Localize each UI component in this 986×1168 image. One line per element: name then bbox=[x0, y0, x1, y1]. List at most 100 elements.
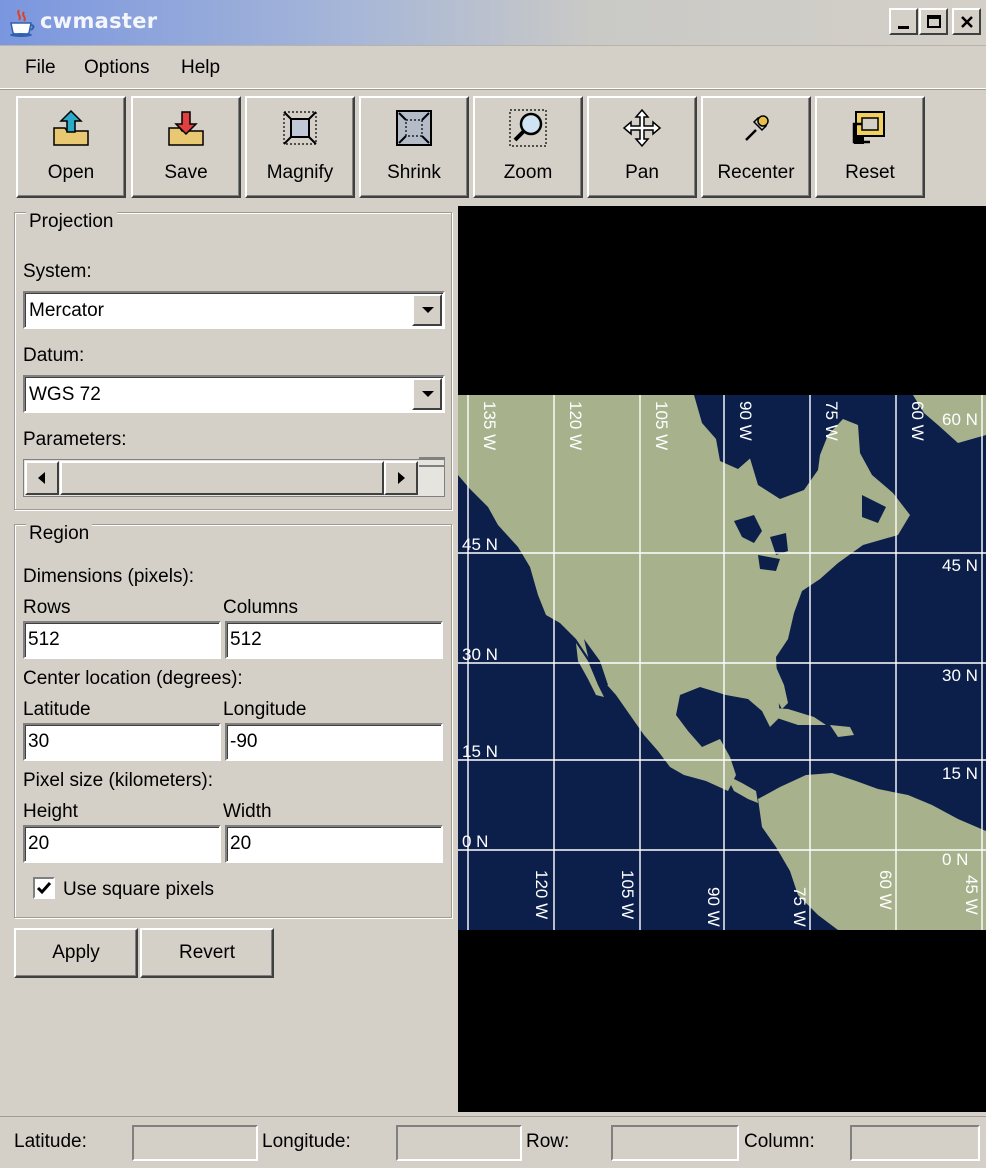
status-column-label: Column: bbox=[744, 1131, 815, 1152]
chevron-down-icon bbox=[422, 391, 434, 397]
lon-label-bottom: 45 W bbox=[962, 875, 981, 915]
title-bar[interactable]: cwmaster bbox=[0, 0, 986, 46]
zoom-button[interactable]: Zoom bbox=[473, 96, 583, 198]
lat-label-right: 0 N bbox=[942, 850, 968, 869]
zoom-label: Zoom bbox=[503, 162, 553, 183]
lon-label-top: 75 W bbox=[822, 401, 841, 441]
recenter-label: Recenter bbox=[717, 162, 795, 183]
lon-label-top: 135 W bbox=[480, 401, 499, 450]
toolbar: Open Save Magnify Shrink Zoom Pan Recent… bbox=[0, 92, 986, 204]
magnify-icon bbox=[283, 111, 317, 145]
rows-label: Rows bbox=[23, 597, 71, 618]
close-icon bbox=[960, 15, 973, 28]
lat-label-right: 60 N bbox=[942, 410, 978, 429]
status-latitude-label: Latitude: bbox=[14, 1131, 87, 1152]
minimize-icon bbox=[898, 26, 909, 29]
square-pixels-checkbox[interactable] bbox=[33, 877, 55, 899]
checkmark-icon bbox=[36, 882, 52, 895]
lon-label-top: 120 W bbox=[566, 401, 585, 450]
rows-input[interactable] bbox=[23, 621, 221, 659]
menu-help[interactable]: Help bbox=[181, 57, 220, 79]
status-bar: Latitude: Longitude: Row: Column: bbox=[0, 1116, 986, 1168]
lon-label-bottom: 75 W bbox=[790, 887, 809, 927]
status-longitude-value bbox=[396, 1125, 522, 1161]
save-button[interactable]: Save bbox=[131, 96, 241, 198]
lon-label-top: 90 W bbox=[736, 401, 755, 441]
reset-button[interactable]: Reset bbox=[815, 96, 925, 198]
longitude-label: Longitude bbox=[223, 699, 307, 720]
projection-legend: Projection bbox=[26, 211, 117, 233]
resize-grip[interactable] bbox=[419, 457, 445, 467]
datum-dropdown-button[interactable] bbox=[412, 378, 442, 410]
system-select[interactable]: Mercator bbox=[23, 291, 445, 329]
system-dropdown-button[interactable] bbox=[412, 294, 442, 326]
lat-label-right: 30 N bbox=[942, 666, 978, 685]
center-location-label: Center location (degrees): bbox=[23, 668, 243, 689]
java-cup-icon bbox=[10, 9, 35, 37]
zoom-magnifier-icon bbox=[509, 109, 547, 147]
menu-options[interactable]: Options bbox=[84, 57, 149, 79]
status-latitude-value bbox=[132, 1125, 258, 1161]
datum-select[interactable]: WGS 72 bbox=[23, 375, 445, 413]
lon-label-top: 105 W bbox=[652, 401, 671, 450]
columns-input[interactable] bbox=[225, 621, 443, 659]
latitude-input[interactable] bbox=[23, 723, 221, 761]
map-canvas: 45 N 30 N 15 N 0 N 60 N 45 N 30 N 15 N 0… bbox=[458, 395, 986, 930]
close-button[interactable] bbox=[952, 8, 981, 35]
map-image[interactable]: 45 N 30 N 15 N 0 N 60 N 45 N 30 N 15 N 0… bbox=[458, 395, 986, 930]
window-title: cwmaster bbox=[40, 9, 158, 33]
recenter-pin-icon bbox=[745, 115, 769, 141]
pan-label: Pan bbox=[625, 162, 659, 183]
region-group: Region Dimensions (pixels): Rows Columns… bbox=[14, 523, 452, 918]
dimensions-label: Dimensions (pixels): bbox=[23, 566, 195, 587]
pixel-size-label: Pixel size (kilometers): bbox=[23, 770, 214, 791]
datum-value: WGS 72 bbox=[29, 384, 101, 405]
parameters-scrollbar[interactable] bbox=[23, 457, 445, 497]
projection-group: Projection System: Mercator Datum: WGS 7… bbox=[14, 211, 452, 510]
map-view[interactable]: 45 N 30 N 15 N 0 N 60 N 45 N 30 N 15 N 0… bbox=[458, 206, 986, 1112]
latitude-label: Latitude bbox=[23, 699, 91, 720]
datum-label: Datum: bbox=[23, 345, 85, 366]
arrow-right-icon bbox=[398, 472, 405, 484]
lon-label-bottom: 120 W bbox=[532, 870, 551, 919]
lat-label-right: 45 N bbox=[942, 556, 978, 575]
revert-button[interactable]: Revert bbox=[140, 928, 274, 978]
region-legend: Region bbox=[26, 523, 93, 545]
lon-label-bottom: 105 W bbox=[618, 870, 637, 919]
pan-button[interactable]: Pan bbox=[587, 96, 697, 198]
open-folder-icon bbox=[53, 109, 89, 146]
arrow-left-icon bbox=[38, 472, 45, 484]
maximize-button[interactable] bbox=[919, 8, 948, 35]
height-input[interactable] bbox=[23, 825, 221, 863]
reset-label: Reset bbox=[845, 162, 895, 183]
reset-icon bbox=[852, 111, 885, 144]
save-folder-icon bbox=[168, 111, 204, 146]
status-row-label: Row: bbox=[526, 1131, 570, 1152]
menu-bar: File Options Help bbox=[0, 47, 986, 89]
columns-label: Columns bbox=[223, 597, 298, 618]
minimize-button[interactable] bbox=[889, 8, 918, 35]
lon-label-top: 60 W bbox=[908, 401, 927, 441]
width-label: Width bbox=[223, 801, 272, 822]
recenter-button[interactable]: Recenter bbox=[701, 96, 811, 198]
width-input[interactable] bbox=[225, 825, 443, 863]
scroll-right-button[interactable] bbox=[384, 461, 418, 495]
magnify-button[interactable]: Magnify bbox=[245, 96, 355, 198]
lon-label-bottom: 90 W bbox=[704, 887, 723, 927]
lat-label-left: 45 N bbox=[462, 535, 498, 554]
hispaniola-land bbox=[830, 725, 854, 737]
scroll-thumb[interactable] bbox=[60, 461, 384, 495]
menu-file[interactable]: File bbox=[25, 57, 56, 79]
apply-button[interactable]: Apply bbox=[14, 928, 138, 978]
open-button[interactable]: Open bbox=[16, 96, 126, 198]
lat-label-right: 15 N bbox=[942, 764, 978, 783]
magnify-label: Magnify bbox=[266, 162, 334, 183]
longitude-input[interactable] bbox=[225, 723, 443, 761]
shrink-button[interactable]: Shrink bbox=[359, 96, 469, 198]
system-label: System: bbox=[23, 261, 92, 282]
height-label: Height bbox=[23, 801, 78, 822]
shrink-label: Shrink bbox=[387, 162, 441, 183]
system-value: Mercator bbox=[29, 300, 104, 321]
save-label: Save bbox=[164, 162, 208, 183]
scroll-left-button[interactable] bbox=[25, 461, 59, 495]
